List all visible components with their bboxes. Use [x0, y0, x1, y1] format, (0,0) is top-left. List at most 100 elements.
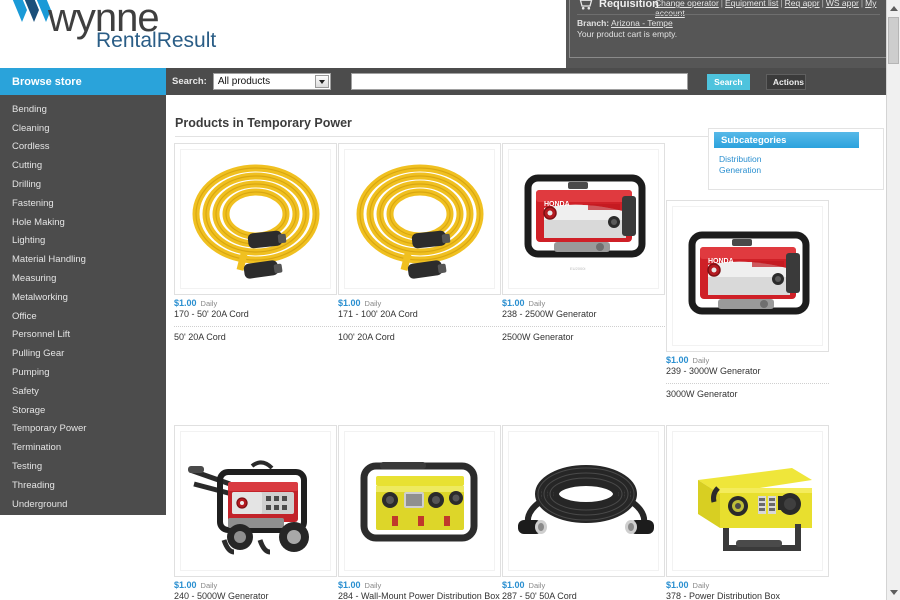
sidebar-item-label: Personnel Lift: [12, 329, 71, 341]
browse-store-tab[interactable]: Browse store: [0, 68, 166, 95]
product-card[interactable]: HONDA $1.00 Daily 239 - 3000W Generator …: [666, 200, 829, 399]
sidebar-item-pumping[interactable]: Pumping: [0, 363, 166, 382]
product-price: $1.00: [502, 580, 525, 590]
product-price-row: $1.00 Daily: [666, 355, 829, 365]
red-wheeled-generator-icon: [187, 460, 309, 555]
product-card[interactable]: HONDA EU2000i $1.00 Daily 238 - 2500W Ge…: [502, 143, 665, 342]
sidebar-item-office[interactable]: Office: [0, 307, 166, 326]
search-button[interactable]: Search: [706, 73, 750, 90]
product-price-row: $1.00 Daily: [666, 580, 829, 590]
sidebar-item-material-handling[interactable]: Material Handling: [0, 250, 166, 269]
requisition-label: Requisition: [599, 0, 659, 10]
product-price: $1.00: [338, 298, 361, 308]
sidebar-item-measuring[interactable]: Measuring: [0, 269, 166, 288]
chevron-up-icon[interactable]: [887, 0, 900, 16]
sidebar-item-safety[interactable]: Safety: [0, 382, 166, 401]
chevron-down-icon[interactable]: [314, 75, 329, 88]
product-description: 3000W Generator: [666, 389, 738, 399]
product-card[interactable]: $1.00 Daily 287 - 50' 50A Cord: [502, 425, 665, 600]
search-scope-select[interactable]: All products: [212, 73, 331, 90]
requisition-header[interactable]: Requisition: [577, 0, 659, 10]
yellow-coiled-extension-cord-icon: [192, 164, 319, 279]
top-link-req-appr[interactable]: Req appr: [785, 0, 820, 8]
top-link-equipment-list[interactable]: Equipment list: [725, 0, 778, 8]
yellow-coiled-extension-cord-icon: [356, 164, 483, 279]
product-name[interactable]: 378 - Power Distribution Box: [666, 591, 829, 600]
product-rate-period: Daily: [692, 581, 710, 590]
sidebar-menu: Bending Cleaning Cordless Cutting Drilli…: [0, 95, 166, 515]
sidebar-item-label: Storage: [12, 404, 46, 416]
top-link-ws-appr[interactable]: WS appr: [826, 0, 859, 8]
search-input[interactable]: [350, 73, 688, 90]
page-title: Products in Temporary Power: [175, 116, 352, 130]
product-card[interactable]: $1.00 Daily 240 - 5000W Generator: [174, 425, 337, 600]
sidebar-item-threading[interactable]: Threading: [0, 476, 166, 495]
product-name[interactable]: 170 - 50' 20A Cord: [174, 309, 337, 320]
shopping-cart-icon: [577, 0, 593, 10]
sidebar-item-personnel-lift[interactable]: Personnel Lift: [0, 326, 166, 345]
sidebar-item-cutting[interactable]: Cutting: [0, 156, 166, 175]
product-price-row: $1.00 Daily: [502, 580, 665, 590]
logo-panel: wynne RentalResult: [0, 0, 566, 68]
product-name[interactable]: 240 - 5000W Generator: [174, 591, 337, 600]
product-name[interactable]: 287 - 50' 50A Cord: [502, 591, 665, 600]
scrollbar-thumb[interactable]: [888, 17, 899, 64]
subcategories-panel: Subcategories Distribution Generation: [708, 128, 884, 190]
sidebar-item-label: Termination: [12, 442, 62, 454]
sidebar-item-termination[interactable]: Termination: [0, 438, 166, 457]
actions-button[interactable]: Actions: [765, 73, 806, 90]
product-image[interactable]: HONDA: [666, 200, 829, 352]
product-rate-period: Daily: [528, 299, 546, 308]
page-scrollbar[interactable]: [886, 0, 900, 600]
product-name[interactable]: 238 - 2500W Generator: [502, 309, 665, 320]
sidebar-item-bending[interactable]: Bending: [0, 100, 166, 119]
product-price: $1.00: [174, 298, 197, 308]
branch-value-link[interactable]: Arizona - Tempe: [611, 18, 673, 28]
sidebar-item-label: Cutting: [12, 160, 43, 172]
search-scope-value: All products: [217, 76, 271, 87]
sidebar-item-fastening[interactable]: Fastening: [0, 194, 166, 213]
product-image[interactable]: HONDA EU2000i: [502, 143, 665, 295]
sidebar-item-label: Underground: [12, 498, 68, 510]
product-card[interactable]: $1.00 Daily 170 - 50' 20A Cord 50' 20A C…: [174, 143, 337, 342]
sidebar-item-lighting[interactable]: Lighting: [0, 232, 166, 251]
cart-status-text: Your product cart is empty.: [577, 29, 678, 39]
product-rate-period: Daily: [200, 299, 218, 308]
sidebar-item-temporary-power[interactable]: Temporary Power: [0, 420, 166, 439]
sidebar-item-underground[interactable]: Underground: [0, 495, 166, 514]
product-price-row: $1.00 Daily: [174, 580, 337, 590]
chevron-down-icon[interactable]: [887, 584, 900, 600]
product-image[interactable]: [502, 425, 665, 577]
product-description: 2500W Generator: [502, 332, 574, 342]
sidebar-item-cordless[interactable]: Cordless: [0, 138, 166, 157]
product-image[interactable]: [174, 425, 337, 577]
product-price: $1.00: [502, 298, 525, 308]
product-card[interactable]: $1.00 Daily 171 - 100' 20A Cord 100' 20A…: [338, 143, 501, 342]
top-nav-links: Change operator | Equipment list | Req appr |…: [655, 0, 900, 18]
sidebar-item-pulling-gear[interactable]: Pulling Gear: [0, 344, 166, 363]
product-image[interactable]: [174, 143, 337, 295]
requisition-divider: [577, 14, 880, 15]
sidebar-item-hole-making[interactable]: Hole Making: [0, 213, 166, 232]
sidebar-item-testing[interactable]: Testing: [0, 457, 166, 476]
sidebar-item-drilling[interactable]: Drilling: [0, 175, 166, 194]
product-price-row: $1.00 Daily: [338, 580, 501, 590]
product-card[interactable]: $1.00 Daily 378 - Power Distribution Box: [666, 425, 829, 600]
sidebar-item-label: Fastening: [12, 197, 54, 209]
product-image[interactable]: [666, 425, 829, 577]
search-bar: Search: All products Search Actions: [172, 68, 806, 95]
product-name[interactable]: 239 - 3000W Generator: [666, 366, 829, 377]
product-description: 50' 20A Cord: [174, 332, 226, 342]
subcategory-link-generation[interactable]: Generation: [719, 165, 761, 175]
product-name[interactable]: 171 - 100' 20A Cord: [338, 309, 501, 320]
top-link-change-operator[interactable]: Change operator: [655, 0, 719, 8]
subcategory-link-distribution[interactable]: Distribution: [719, 154, 762, 164]
product-card[interactable]: $1.00 Daily 284 - Wall-Mount Power Distr…: [338, 425, 501, 600]
product-image[interactable]: [338, 425, 501, 577]
sidebar-item-storage[interactable]: Storage: [0, 401, 166, 420]
sidebar-item-cleaning[interactable]: Cleaning: [0, 119, 166, 138]
product-image[interactable]: [338, 143, 501, 295]
sidebar-item-label: Cordless: [12, 141, 50, 153]
product-name[interactable]: 284 - Wall-Mount Power Distribution Box: [338, 591, 501, 600]
sidebar-item-metalworking[interactable]: Metalworking: [0, 288, 166, 307]
